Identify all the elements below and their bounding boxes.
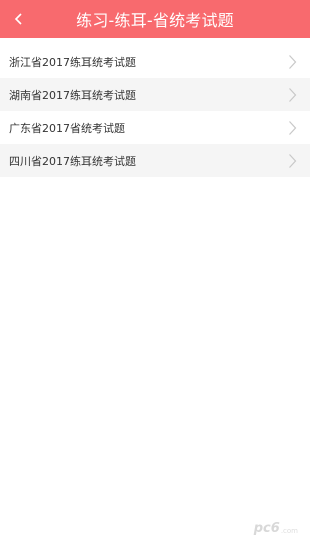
list-item-label: 广东省2017省统考试题 xyxy=(9,121,125,135)
watermark-logo: pc6 .com xyxy=(254,521,298,536)
list-item-label: 四川省2017练耳统考试题 xyxy=(9,154,136,168)
list-item-label: 湖南省2017练耳统考试题 xyxy=(9,88,136,102)
list-item[interactable]: 四川省2017练耳统考试题 xyxy=(0,144,310,177)
list-item-label: 浙江省2017练耳统考试题 xyxy=(9,55,136,69)
chevron-left-icon xyxy=(14,13,22,25)
list-item[interactable]: 湖南省2017练耳统考试题 xyxy=(0,78,310,111)
list-item[interactable]: 广东省2017省统考试题 xyxy=(0,111,310,144)
list-item[interactable]: 浙江省2017练耳统考试题 xyxy=(0,45,310,78)
chevron-right-icon xyxy=(288,153,298,169)
watermark-text: pc6 xyxy=(253,521,280,536)
chevron-right-icon xyxy=(288,120,298,136)
watermark-subtext: .com xyxy=(280,527,298,535)
chevron-right-icon xyxy=(288,54,298,70)
app-header: 练习-练耳-省统考试题 xyxy=(0,0,310,38)
exam-list: 浙江省2017练耳统考试题 湖南省2017练耳统考试题 广东省2017省统考试题… xyxy=(0,45,310,177)
back-button[interactable] xyxy=(6,5,32,33)
chevron-right-icon xyxy=(288,87,298,103)
page-title: 练习-练耳-省统考试题 xyxy=(76,11,234,30)
